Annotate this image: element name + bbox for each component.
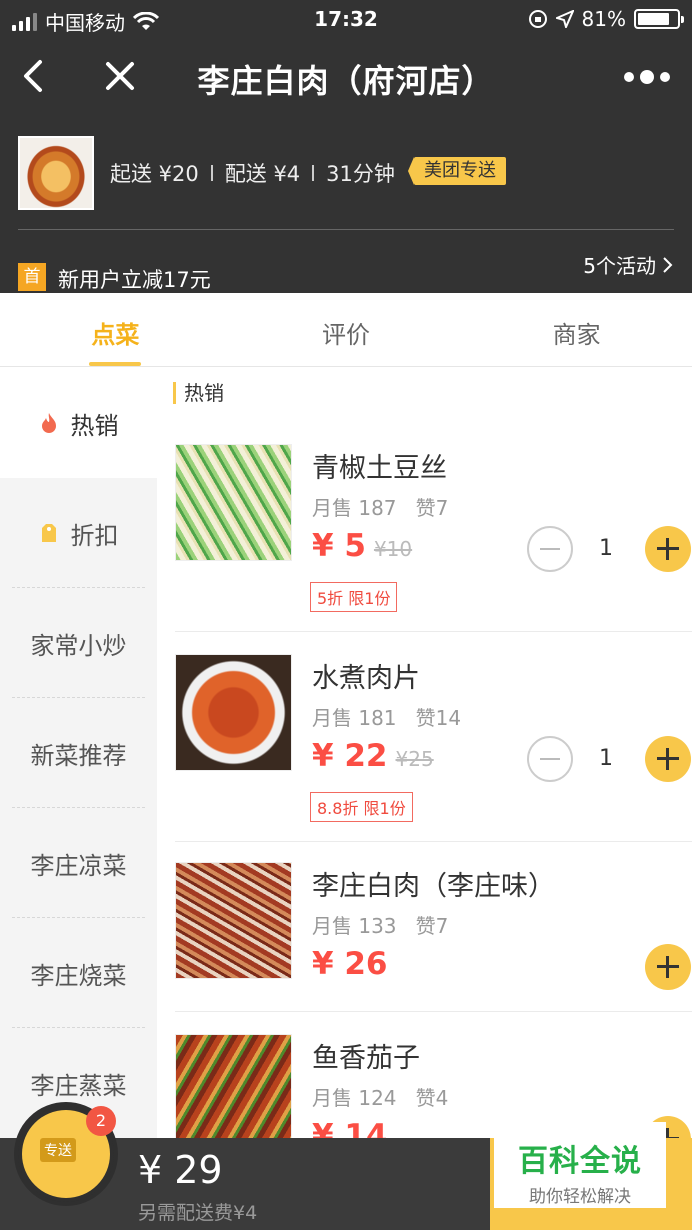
tab-reviews[interactable]: 评价 [231,293,462,366]
activities-link[interactable]: 5个活动 [583,250,674,279]
activities-label: 5个活动 [583,254,656,278]
decrease-button[interactable] [527,526,573,572]
sidebar-item-label: 新菜推荐 [30,741,127,770]
battery-icon [634,9,684,29]
product-item[interactable]: 水煮肉片 月售 181 赞14 ¥ 22 ¥25 8.8折 限1份 1 [175,654,692,842]
product-name: 鱼香茄子 [312,1043,420,1074]
watermark-logo: 百科全说 助你轻松解决 [494,1122,666,1208]
shop-delivery-info: 起送 ¥20 配送 ¥4 31分钟 [110,158,395,188]
discount-tag: 5折 限1份 [310,582,398,612]
product-price: ¥ 14 [312,1118,388,1138]
sidebar-item-label: 李庄凉菜 [30,851,127,880]
flame-icon [41,413,56,433]
watermark-subtitle: 助你轻松解决 [529,1187,631,1207]
discount-tag: 8.8折 限1份 [310,792,413,822]
product-image [175,444,292,561]
cart-count-badge: 2 [86,1106,116,1136]
sidebar-item-home-style[interactable]: 家常小炒 [0,588,157,698]
sidebar-item-hot[interactable]: 热销 [0,368,157,478]
product-sales: 月售 181 赞14 [312,706,462,730]
product-sales: 月售 133 赞7 [312,914,449,938]
watermark-title: 百科全说 [518,1144,642,1179]
delivery-fee: 配送 ¥4 [224,162,301,186]
status-bar: 中国移动 17:32 81% [0,0,692,38]
original-price: ¥10 [373,537,413,561]
sidebar-item-label: 家常小炒 [30,631,127,660]
sidebar-item-label: 热销 [70,411,119,440]
category-title: 热销 [173,382,224,404]
product-name: 青椒土豆丝 [312,453,447,484]
product-image [175,654,292,771]
promo-tag: 首 [18,263,46,291]
delivery-time: 31分钟 [326,162,395,186]
decrease-button[interactable] [527,736,573,782]
category-sidebar: 热销 折扣 家常小炒 新菜推荐 李庄凉菜 李庄烧菜 李庄蒸菜 [0,368,157,1138]
product-sales: 月售 187 赞7 [312,496,449,520]
sidebar-item-label: 折扣 [70,521,119,550]
location-icon [555,10,574,28]
product-price: ¥ 22 ¥25 [312,738,434,774]
product-image [175,862,292,979]
product-image [175,1034,292,1138]
sidebar-item-label: 李庄烧菜 [30,961,127,990]
product-item[interactable]: 李庄白肉（李庄味） 月售 133 赞7 ¥ 26 [175,862,692,1012]
product-sales: 月售 124 赞4 [312,1086,449,1110]
chevron-right-icon [663,256,673,273]
sidebar-item-braised[interactable]: 李庄烧菜 [0,918,157,1028]
original-price: ¥25 [395,747,434,771]
delivery-badge: 美团专送 [408,157,506,185]
promo-text: 新用户立减17元 [58,268,211,292]
sidebar-item-new[interactable]: 新菜推荐 [0,698,157,808]
tab-indicator [89,362,142,366]
shop-logo [18,136,94,210]
product-price: ¥ 5 ¥10 [312,528,413,564]
tab-merchant[interactable]: 商家 [461,293,692,366]
product-name: 水煮肉片 [312,663,420,694]
shop-header: 中国移动 17:32 81% 李庄白肉（府河店） 起送 ¥20 配送 ¥4 31… [0,0,692,293]
product-name: 李庄白肉（李庄味） [312,871,555,902]
delivery-fee-note: 另需配送费¥4 [138,1202,258,1224]
cart-logo-label: 专送 [40,1138,76,1162]
more-icon[interactable] [624,62,674,92]
min-order: 起送 ¥20 [110,162,199,186]
sidebar-item-label: 李庄蒸菜 [30,1071,127,1100]
quantity: 1 [599,746,613,771]
add-button[interactable] [645,526,691,572]
rotation-lock-icon [528,10,547,28]
tab-label: 点菜 [91,321,140,349]
tab-label: 商家 [552,321,601,349]
nav-bar: 李庄白肉（府河店） [0,40,692,116]
product-price: ¥ 26 [312,946,388,982]
tab-order[interactable]: 点菜 [0,293,231,366]
sidebar-item-cold-dishes[interactable]: 李庄凉菜 [0,808,157,918]
divider [18,229,674,230]
sidebar-item-discount[interactable]: 折扣 [0,478,157,588]
add-button[interactable] [645,944,691,990]
cart-total: ¥ 29 [138,1148,223,1192]
tag-icon [41,524,56,542]
quantity: 1 [599,536,613,561]
add-button[interactable] [645,736,691,782]
product-list: 热销 青椒土豆丝 月售 187 赞7 ¥ 5 ¥10 5折 限1份 1 水煮肉片 … [157,368,692,1138]
tab-label: 评价 [322,321,370,349]
tab-bar: 点菜 评价 商家 [0,293,692,367]
battery-percent: 81% [581,7,626,31]
product-item[interactable]: 青椒土豆丝 月售 187 赞7 ¥ 5 ¥10 5折 限1份 1 [175,444,692,632]
page-title: 李庄白肉（府河店） [197,62,495,100]
